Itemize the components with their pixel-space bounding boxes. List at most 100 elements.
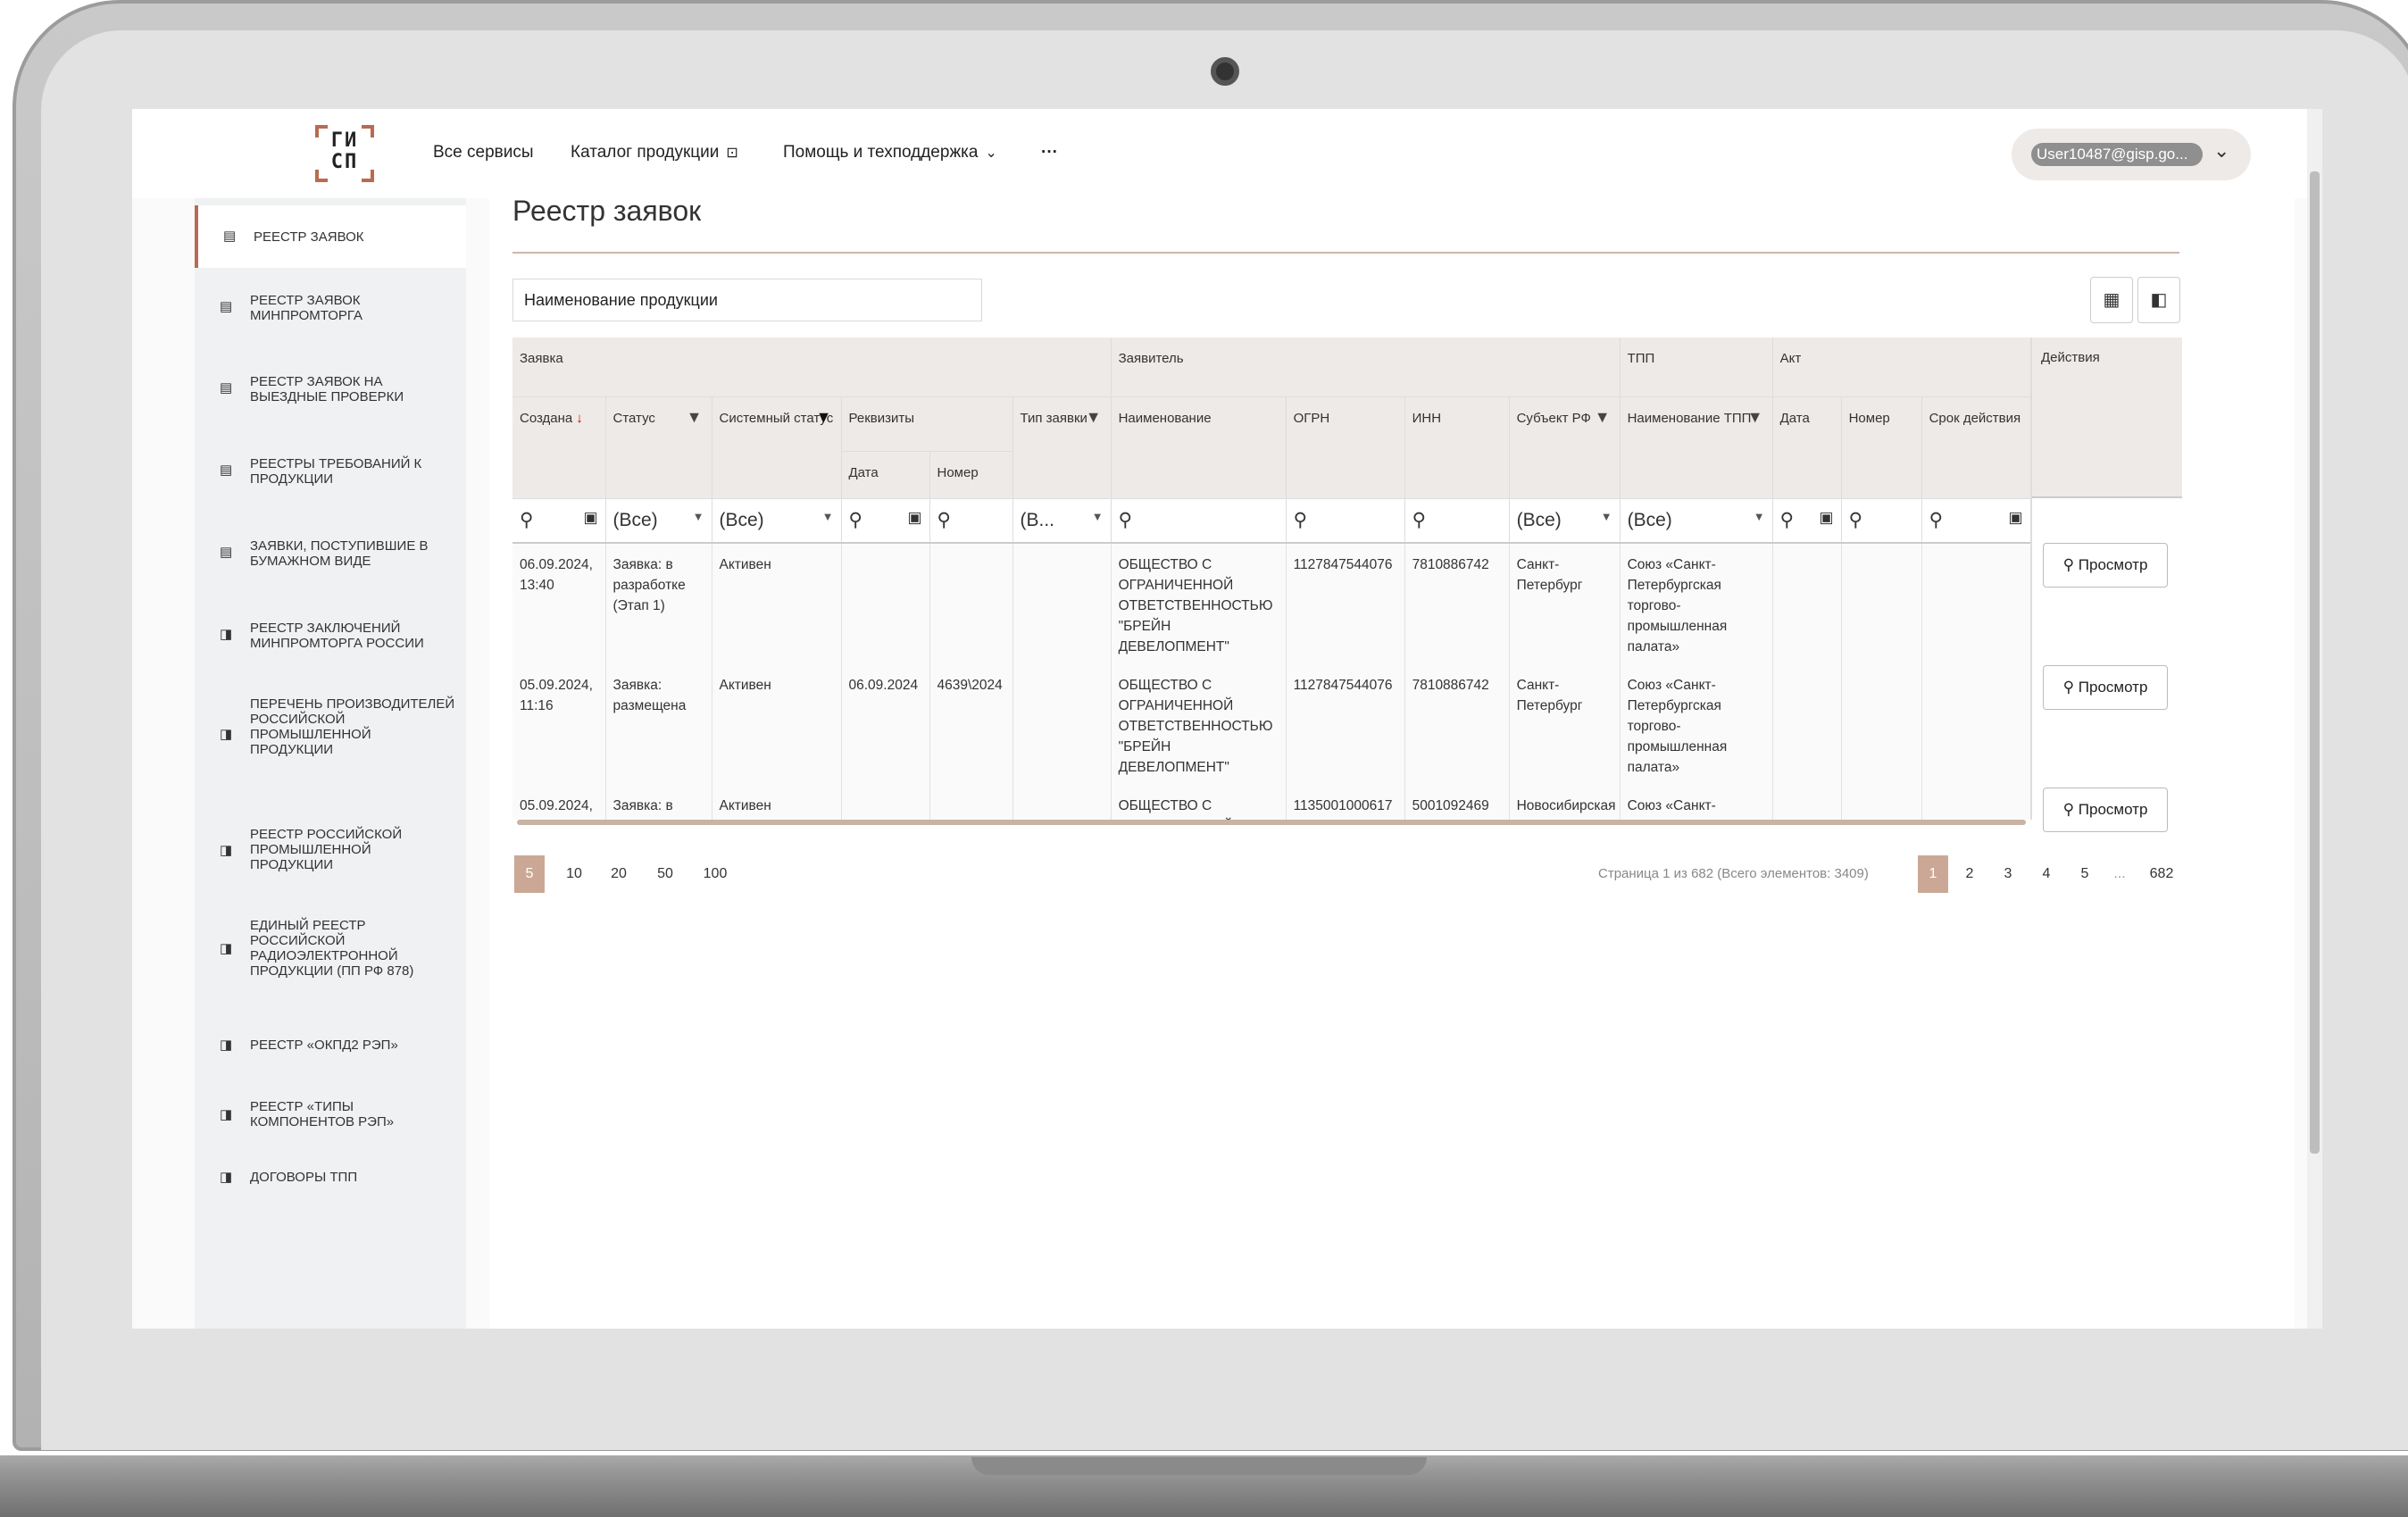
- cell-subject: Санкт-Петербург: [1509, 543, 1621, 664]
- view-button[interactable]: ⚲ Просмотр: [2043, 665, 2168, 710]
- nav-help[interactable]: Помощь и техподдержка ⌄: [783, 143, 997, 163]
- user-email: User10487@gisp.go...: [2031, 143, 2203, 166]
- sidebar-item-manufacturers[interactable]: ◨ Перечень производителей российской про…: [195, 695, 466, 784]
- sidebar-item-requirements[interactable]: ▤ Реестры требований к продукции: [195, 443, 466, 505]
- page-size-100[interactable]: 100: [696, 855, 734, 893]
- page-size-50[interactable]: 50: [650, 855, 680, 893]
- table-row[interactable]: 05.09.2024, 10:08Заявка: в разработке (Э…: [512, 785, 2031, 820]
- sidebar-item-radioelectronic[interactable]: ◨ Единый реестр российской радиоэлектрон…: [195, 913, 466, 993]
- export-excel-button[interactable]: ▦: [2090, 277, 2133, 323]
- calendar-icon[interactable]: ▣: [1820, 509, 1834, 527]
- sidebar-item-tpp-contracts[interactable]: ◨ Договоры ТПП: [195, 1155, 466, 1200]
- col-name[interactable]: Наименование: [1111, 396, 1287, 499]
- sidebar-item-okpd2[interactable]: ◨ Реестр «ОКПД2 РЭП»: [195, 1023, 466, 1068]
- table-row[interactable]: 06.09.2024, 13:40 Заявка: в разработке (Э…: [512, 543, 2031, 664]
- cell-inn: 5001092469: [1404, 785, 1510, 820]
- col-tpp-name[interactable]: Наименование ТПП ▼: [1620, 396, 1773, 499]
- group-applicant: Заявитель: [1111, 338, 1621, 397]
- sidebar-item-paper-applications[interactable]: ▤ Заявки, поступившие в бумажном виде: [195, 523, 466, 586]
- table-row[interactable]: 05.09.2024, 11:16 Заявка: размещена Активе…: [512, 664, 2031, 785]
- filter-value: (Все): [719, 509, 764, 530]
- search-icon: ⚲: [2062, 679, 2079, 696]
- page-title: Реестр заявок: [512, 195, 702, 227]
- page-3[interactable]: 3: [1993, 855, 2023, 893]
- cell-ogrn: 1135001000617: [1286, 785, 1405, 820]
- cell-act: [1841, 664, 1922, 785]
- view-button[interactable]: ⚲ Просмотр: [2043, 788, 2168, 832]
- col-act-number[interactable]: Номер: [1841, 396, 1922, 499]
- page-4[interactable]: 4: [2031, 855, 2062, 893]
- col-created[interactable]: Создана ↓: [512, 396, 606, 499]
- filter-status[interactable]: (Все) ▼: [605, 498, 712, 544]
- user-menu[interactable]: User10487@gisp.go... ⌄: [2012, 129, 2251, 180]
- nav-all-services[interactable]: Все сервисы: [433, 143, 534, 163]
- col-req-number[interactable]: Номер: [929, 451, 1013, 499]
- nav-catalog[interactable]: Каталог продукции ⊡: [571, 143, 738, 163]
- filter-created[interactable]: ⚲ ▣: [512, 498, 606, 544]
- filter-req-date[interactable]: ⚲ ▣: [841, 498, 930, 544]
- sidebar-item-russian-products[interactable]: ◨ Реестр российской промышленной продукц…: [195, 823, 466, 886]
- gisp-logo[interactable]: ГИ СП: [315, 125, 374, 182]
- filter-icon[interactable]: ▼: [816, 408, 832, 426]
- cell-inn: 7810886742: [1404, 543, 1510, 664]
- cell-act: [1772, 664, 1842, 785]
- camera-icon: [1211, 57, 1239, 86]
- filter-ogrn[interactable]: ⚲: [1286, 498, 1405, 544]
- doc-icon: ▤: [220, 463, 233, 478]
- page-2[interactable]: 2: [1954, 855, 1985, 893]
- search-input[interactable]: Наименование продукции: [512, 279, 982, 321]
- scrollbar-thumb[interactable]: [2310, 171, 2320, 1154]
- filter-type[interactable]: (В... ▼: [1012, 498, 1112, 544]
- filter-tpp[interactable]: (Все) ▼: [1620, 498, 1773, 544]
- laptop-mockup: ГИ СП Все сервисы Каталог продукции ⊡ Помо…: [0, 0, 2408, 1517]
- group-tpp: ТПП: [1620, 338, 1773, 397]
- nav-more[interactable]: ···: [1041, 143, 1058, 163]
- filter-name[interactable]: ⚲: [1111, 498, 1287, 544]
- filter-inn[interactable]: ⚲: [1404, 498, 1510, 544]
- col-act-date[interactable]: Дата: [1772, 396, 1842, 499]
- calendar-icon[interactable]: ▣: [2009, 509, 2023, 527]
- page-5[interactable]: 5: [2070, 855, 2100, 893]
- horizontal-scrollbar[interactable]: [517, 820, 2026, 825]
- filter-system-status[interactable]: (Все) ▼: [712, 498, 842, 544]
- col-ogrn[interactable]: ОГРН: [1286, 396, 1405, 499]
- page-size-20[interactable]: 20: [604, 855, 634, 893]
- sidebar-item-label: Реестр российской промышленной продукции: [250, 827, 403, 872]
- sidebar-item-component-types[interactable]: ◨ Реестр «Типы компонентов РЭП»: [195, 1086, 466, 1139]
- filter-subject[interactable]: (Все) ▼: [1509, 498, 1621, 544]
- cell-act: [1921, 664, 2031, 785]
- col-act-term[interactable]: Срок действия: [1921, 396, 2031, 499]
- page-size-5[interactable]: 5: [514, 855, 545, 893]
- columns-icon: ◧: [2150, 290, 2168, 310]
- view-button[interactable]: ⚲ Просмотр: [2043, 543, 2168, 588]
- col-subject[interactable]: Субъект РФ ▼: [1509, 396, 1621, 499]
- filter-icon[interactable]: ▼: [1086, 408, 1102, 426]
- sidebar-item-conclusions[interactable]: ◨ Реестр заключений Минпромторга России: [195, 605, 466, 668]
- filter-icon[interactable]: ▼: [1747, 408, 1763, 426]
- filter-value: (Все): [1627, 509, 1672, 530]
- col-type[interactable]: Тип заявки ▼: [1012, 396, 1112, 499]
- page-1[interactable]: 1: [1918, 855, 1948, 893]
- col-status[interactable]: Статус ▼: [605, 396, 712, 499]
- filter-icon[interactable]: ▼: [1595, 408, 1611, 426]
- page-size-10[interactable]: 10: [559, 855, 589, 893]
- sidebar-item-field-inspections[interactable]: ▤ Реестр заявок на выездные проверки: [195, 363, 466, 425]
- col-inn[interactable]: ИНН: [1404, 396, 1510, 499]
- sidebar-item-applications[interactable]: ▤ Реестр заявок: [195, 205, 466, 268]
- page-last[interactable]: 682: [2142, 855, 2181, 893]
- sidebar-item-minprom-applications[interactable]: ▤ Реестр заявок Минпромторга: [195, 280, 466, 343]
- chevron-down-icon: ⌄: [2213, 139, 2230, 162]
- filter-icon[interactable]: ▼: [687, 408, 703, 426]
- cell-act: [1921, 543, 2031, 664]
- sort-desc-icon[interactable]: ↓: [576, 411, 583, 426]
- vertical-scrollbar[interactable]: [2307, 109, 2322, 1329]
- col-req-date[interactable]: Дата: [841, 451, 930, 499]
- filter-act-number[interactable]: ⚲: [1841, 498, 1922, 544]
- filter-req-number[interactable]: ⚲: [929, 498, 1013, 544]
- filter-act-date[interactable]: ⚲ ▣: [1772, 498, 1842, 544]
- filter-act-term[interactable]: ⚲ ▣: [1921, 498, 2031, 544]
- calendar-icon[interactable]: ▣: [583, 509, 597, 527]
- col-system-status[interactable]: Системный статус ▼: [712, 396, 842, 499]
- calendar-icon[interactable]: ▣: [907, 509, 921, 527]
- column-chooser-button[interactable]: ◧: [2137, 277, 2180, 323]
